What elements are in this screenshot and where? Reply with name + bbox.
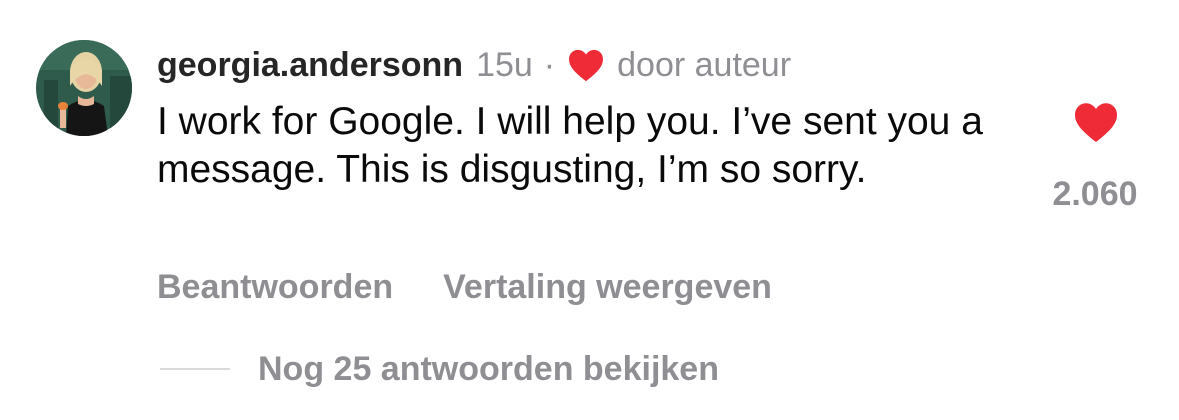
- avatar-photo: [36, 40, 132, 136]
- reply-button[interactable]: Beantwoorden: [157, 264, 393, 310]
- avatar[interactable]: [36, 40, 132, 136]
- username-link[interactable]: georgia.andersonn: [157, 40, 463, 90]
- like-count[interactable]: 2.060: [1030, 172, 1160, 216]
- comment-text: I work for Google. I will help you. I’ve…: [157, 100, 983, 191]
- comment-actions: Beantwoorden Vertaling weergeven: [157, 264, 772, 310]
- like-button[interactable]: [1067, 100, 1125, 148]
- timestamp: 15u: [476, 46, 533, 84]
- author-liked-label: door auteur: [617, 46, 792, 84]
- view-replies-button[interactable]: Nog 25 antwoorden bekijken: [160, 346, 719, 392]
- heart-icon: [567, 48, 605, 82]
- translate-button[interactable]: Vertaling weergeven: [443, 264, 772, 310]
- replies-divider: [160, 368, 230, 370]
- separator-dot: ·: [543, 46, 556, 84]
- comment-header: georgia.andersonn 15u · door auteur: [157, 40, 791, 90]
- view-replies-label: Nog 25 antwoorden bekijken: [258, 350, 719, 388]
- heart-icon: [1072, 101, 1120, 148]
